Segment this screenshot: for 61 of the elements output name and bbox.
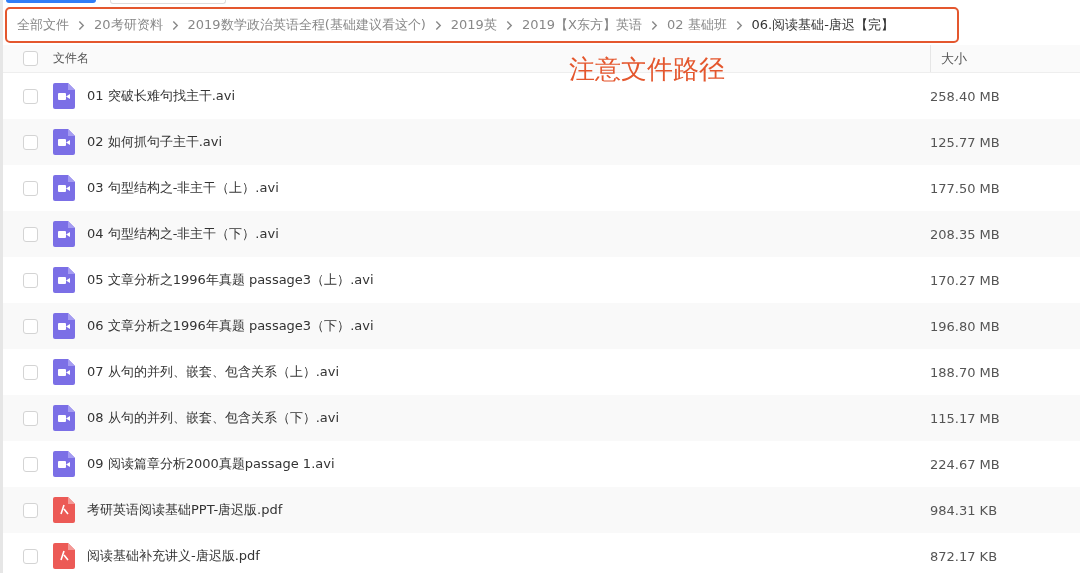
- video-file-icon: [53, 221, 75, 247]
- video-file-icon: [53, 83, 75, 109]
- breadcrumb-link[interactable]: 全部文件: [17, 16, 69, 34]
- file-size: 188.70 MB: [929, 364, 1001, 380]
- row-checkbox[interactable]: [22, 180, 38, 196]
- row-checkbox[interactable]: [22, 226, 38, 242]
- file-name[interactable]: 08 从句的并列、嵌套、包含关系（下）.avi: [87, 409, 920, 427]
- chevron-icon: [650, 19, 658, 31]
- file-name[interactable]: 阅读基础补充讲义-唐迟版.pdf: [87, 547, 920, 565]
- video-file-icon: [53, 359, 75, 385]
- file-name[interactable]: 06 文章分析之1996年真题 passage3（下）.avi: [87, 317, 920, 335]
- file-size: 984.31 KB: [929, 502, 999, 518]
- row-checkbox[interactable]: [22, 272, 38, 288]
- chevron-icon: [735, 19, 743, 31]
- row-checkbox[interactable]: [22, 318, 38, 334]
- row-checkbox[interactable]: [22, 456, 38, 472]
- breadcrumb-link[interactable]: 2019英: [450, 16, 497, 34]
- breadcrumb-link[interactable]: 02 基础班: [666, 16, 727, 34]
- chevron-icon: [78, 19, 85, 31]
- file-name[interactable]: 05 文章分析之1996年真题 passage3（上）.avi: [87, 271, 920, 289]
- file-name[interactable]: 07 从句的并列、嵌套、包含关系（上）.avi: [87, 363, 920, 381]
- pdf-file-icon: [53, 497, 75, 523]
- row-checkbox[interactable]: [22, 364, 38, 380]
- row-checkbox[interactable]: [22, 88, 38, 104]
- row-checkbox[interactable]: [22, 548, 38, 564]
- column-header[interactable]: 大小: [930, 45, 1080, 72]
- file-name[interactable]: 考研英语阅读基础PPT-唐迟版.pdf: [87, 501, 920, 519]
- chevron-icon: [505, 19, 513, 31]
- video-file-icon: [53, 129, 75, 155]
- toolbar-button[interactable]: [6, 0, 96, 3]
- file-name[interactable]: 09 阅读篇章分析2000真题passage 1.avi: [87, 455, 920, 473]
- select-all-checkbox[interactable]: [22, 51, 38, 66]
- file-size: 177.50 MB: [929, 180, 1001, 196]
- file-size: 115.17 MB: [929, 410, 1001, 426]
- breadcrumb-link[interactable]: 20考研资料: [94, 16, 163, 34]
- file-size: 170.27 MB: [929, 272, 1001, 288]
- row-checkbox[interactable]: [22, 134, 38, 150]
- file-size: 258.40 MB: [929, 88, 1001, 104]
- video-file-icon: [53, 405, 75, 431]
- chevron-icon: [171, 19, 179, 31]
- file-size: 224.67 MB: [929, 456, 1001, 472]
- video-file-icon: [53, 451, 75, 477]
- file-name[interactable]: 01 突破长难句找主干.avi: [87, 87, 920, 105]
- toolbar-field[interactable]: [110, 0, 226, 4]
- row-checkbox[interactable]: [22, 502, 38, 518]
- breadcrumb-link[interactable]: 2019【X东方】英语: [521, 16, 642, 34]
- file-size: 208.35 MB: [929, 226, 1001, 242]
- annotation-text: 注意文件路径: [569, 53, 725, 86]
- file-name[interactable]: 04 句型结构之-非主干（下）.avi: [87, 225, 920, 243]
- file-size: 196.80 MB: [929, 318, 1001, 334]
- chevron-icon: [434, 19, 442, 31]
- file-size: 872.17 KB: [929, 548, 999, 564]
- video-file-icon: [53, 267, 75, 293]
- file-size: 125.77 MB: [929, 134, 1001, 150]
- pdf-file-icon: [53, 543, 75, 569]
- breadcrumb-link[interactable]: 2019数学政治英语全程(基础建议看这个): [187, 16, 426, 34]
- file-name[interactable]: 03 句型结构之-非主干（上）.avi: [87, 179, 920, 197]
- file-name[interactable]: 02 如何抓句子主干.avi: [87, 133, 920, 151]
- video-file-icon: [53, 175, 75, 201]
- row-checkbox[interactable]: [22, 410, 38, 426]
- video-file-icon: [53, 313, 75, 339]
